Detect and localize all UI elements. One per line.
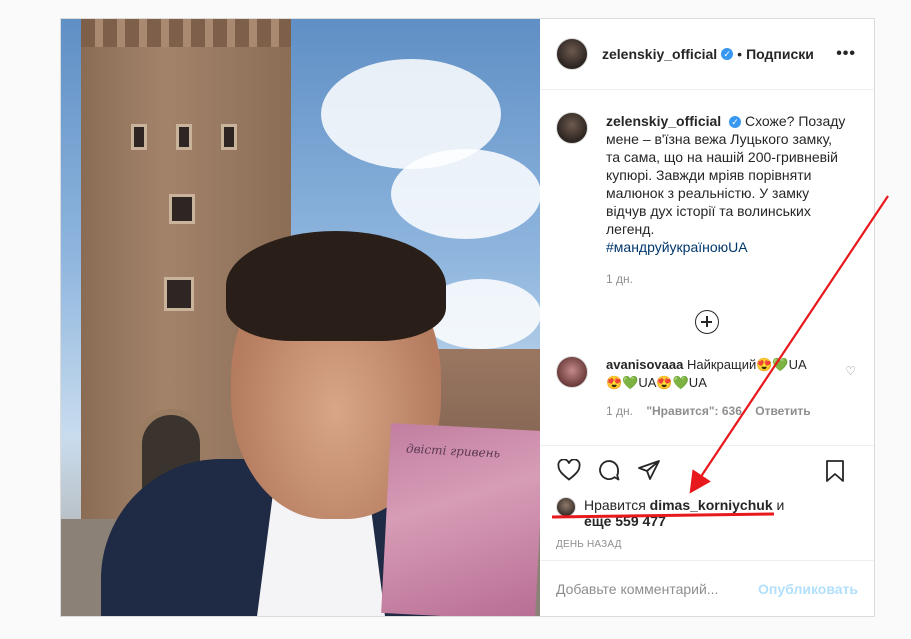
comment-like-heart-icon[interactable]: ♡ <box>845 364 856 378</box>
comment-bubble-icon[interactable] <box>594 455 624 485</box>
cloud <box>391 149 540 239</box>
commenter-username[interactable]: avanisovaaa <box>606 357 683 372</box>
comment-likes[interactable]: "Нравится": 636 <box>646 404 742 418</box>
more-options-icon[interactable]: ••• <box>836 45 856 63</box>
instagram-post: двісті гривень zelenskiy_official ✓ • По… <box>60 18 875 617</box>
add-comment-form: Опубликовать <box>540 560 874 616</box>
post-photo[interactable]: двісті гривень <box>61 19 540 616</box>
tower-window <box>164 277 194 311</box>
caption-author-username[interactable]: zelenskiy_official <box>606 113 721 129</box>
tower-window <box>221 124 237 150</box>
author-username[interactable]: zelenskiy_official <box>602 46 717 62</box>
like-heart-icon[interactable] <box>554 455 584 485</box>
comment-age[interactable]: 1 дн. <box>606 404 633 418</box>
tower-window <box>169 194 195 224</box>
reply-button[interactable]: Ответить <box>755 404 810 418</box>
likes-text: Нравится dimas_korniychuk и еще 559 477 <box>584 497 784 529</box>
following-button[interactable]: Подписки <box>746 46 814 62</box>
tower-window <box>176 124 192 150</box>
liker-username[interactable]: dimas_korniychuk <box>650 497 773 513</box>
verified-badge-icon: ✓ <box>729 116 742 128</box>
post-header: zelenskiy_official ✓ • Подписки ••• <box>540 19 874 90</box>
tower-window <box>131 124 147 150</box>
comments-section: zelenskiy_official ✓ Схоже? Позаду мене … <box>540 90 874 445</box>
caption-body: zelenskiy_official ✓ Схоже? Позаду мене … <box>606 112 846 288</box>
bookmark-icon[interactable] <box>820 456 850 486</box>
plus-circle-icon[interactable] <box>695 310 719 334</box>
hashtag-link[interactable]: #мандруйукраїноюUA <box>606 239 748 255</box>
likes-summary: Нравится dimas_korniychuk и еще 559 477 <box>540 493 874 533</box>
likes-others-count[interactable]: еще 559 477 <box>584 513 666 529</box>
comment-input[interactable] <box>556 580 746 597</box>
verified-badge-icon: ✓ <box>721 48 734 60</box>
comment-body: avanisovaaa Найкращий😍💚UA 😍💚UA😍💚UA 1 дн.… <box>606 356 816 420</box>
tower-battlements <box>81 19 291 47</box>
person-hair <box>226 231 446 341</box>
caption: zelenskiy_official ✓ Схоже? Позаду мене … <box>556 112 858 288</box>
comment-item: avanisovaaa Найкращий😍💚UA 😍💚UA😍💚UA 1 дн.… <box>556 356 858 420</box>
likes-suffix: и <box>776 497 785 513</box>
post-time[interactable]: День назад <box>540 533 874 560</box>
share-paper-plane-icon[interactable] <box>634 455 664 485</box>
liker-avatar[interactable] <box>556 497 576 517</box>
publish-button[interactable]: Опубликовать <box>758 581 858 597</box>
post-sidebar: zelenskiy_official ✓ • Подписки ••• zele… <box>540 19 874 616</box>
comment-meta: 1 дн. "Нравится": 636 Ответить <box>606 402 816 420</box>
caption-age[interactable]: 1 дн. <box>606 270 846 288</box>
load-more-comments[interactable] <box>556 310 858 334</box>
caption-text: Схоже? Позаду мене – в'їзна вежа Луцьког… <box>606 113 846 237</box>
likes-prefix: Нравится <box>584 497 646 513</box>
separator: • <box>737 46 743 62</box>
action-bar <box>540 445 874 493</box>
commenter-avatar[interactable] <box>556 356 588 388</box>
caption-author-avatar[interactable] <box>556 112 588 144</box>
author-avatar[interactable] <box>556 38 588 70</box>
